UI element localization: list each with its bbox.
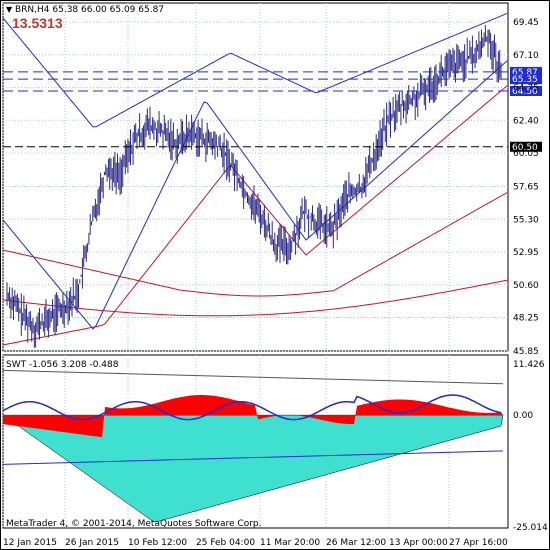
price-label: 48.25	[513, 314, 539, 324]
price-label: 55.30	[513, 215, 539, 225]
chart-canvas: 65.8765.3564.5060.50 69.4567.1064.7562.4…	[0, 0, 550, 550]
price-label: 52.95	[513, 248, 539, 258]
copyright-text: MetaTrader 4, © 2001-2014, MetaQuotes So…	[6, 519, 262, 529]
time-label: 25 Feb 04:00	[196, 538, 255, 548]
price-label: 45.85	[513, 347, 539, 357]
time-label: 26 Mar 12:00	[326, 538, 386, 548]
collapse-triangle-icon[interactable]: ▼	[6, 5, 13, 14]
time-label: 27 Apr 16:00	[449, 538, 508, 548]
price-label: 67.10	[513, 51, 539, 61]
price-label: 60.05	[513, 149, 539, 159]
time-label: 12 Jan 2015	[3, 538, 57, 548]
price-label: 64.75	[513, 84, 539, 94]
time-label: 11 Mar 20:00	[260, 538, 320, 548]
time-label: 26 Jan 2015	[65, 538, 119, 548]
price-label: 62.40	[513, 116, 539, 126]
indicator-axis-label: 11.426	[513, 360, 545, 370]
value-readout: 13.5313	[12, 15, 63, 31]
price-label: 50.60	[513, 281, 539, 291]
time-label: 13 Apr 00:00	[389, 538, 448, 548]
price-label: 57.65	[513, 183, 539, 193]
indicator-axis-label: 0.00	[513, 411, 533, 421]
indicator-label: SWT -1.056 3.208 -0.488	[6, 360, 119, 370]
chart-header: BRN,H4 65.38 66.00 65.09 65.87	[15, 5, 164, 15]
time-label: 10 Feb 12:00	[128, 538, 187, 548]
indicator-axis-label: -25.014	[513, 523, 548, 533]
price-label: 69.45	[513, 18, 539, 28]
